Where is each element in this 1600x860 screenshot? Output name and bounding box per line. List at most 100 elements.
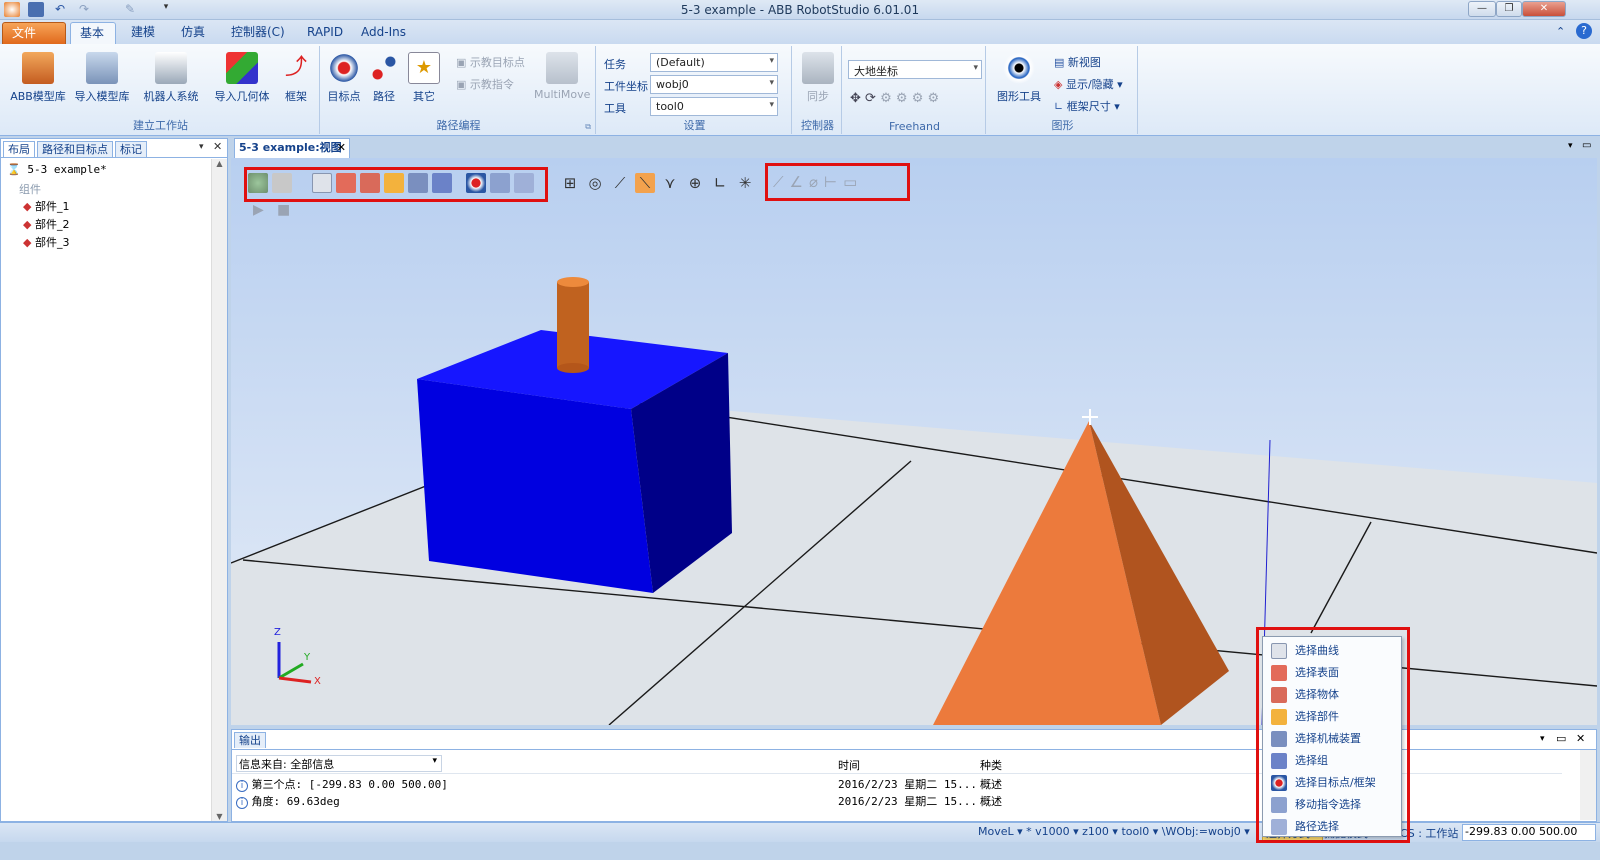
multimove-button[interactable]: MultiMove bbox=[534, 52, 590, 101]
snap-end-icon[interactable]: ⟍ bbox=[635, 173, 655, 193]
tab-basic[interactable]: 基本 bbox=[70, 22, 116, 44]
measure-distance-icon[interactable]: ⟋ bbox=[773, 173, 784, 191]
menu-path-select[interactable]: 路径选择 bbox=[1263, 816, 1401, 838]
tab-simulation[interactable]: 仿真 bbox=[172, 22, 214, 44]
tab-paths-targets[interactable]: 路径和目标点 bbox=[37, 141, 113, 157]
sync-button[interactable]: 同步 bbox=[798, 52, 838, 104]
panel-close-icon[interactable]: ✕ bbox=[213, 140, 222, 153]
move-instruction-icon[interactable] bbox=[490, 173, 510, 193]
instruction-template[interactable]: MoveL ▾ * v1000 ▾ z100 ▾ tool0 ▾ \WObj:=… bbox=[978, 825, 1250, 838]
minimize-ribbon-icon[interactable]: ⌃ bbox=[1556, 25, 1565, 38]
new-view-button[interactable]: ▤ 新视图 bbox=[1054, 54, 1101, 70]
snap-gravity-icon[interactable]: ⊕ bbox=[685, 173, 705, 193]
snap-middle-icon[interactable]: ⟋ bbox=[610, 173, 630, 193]
scroll-up-icon[interactable]: ▲ bbox=[212, 159, 227, 168]
view-menu-icon[interactable]: ▾ bbox=[1568, 141, 1573, 151]
select-path-icon[interactable] bbox=[514, 173, 534, 193]
view-close-icon[interactable]: ✕ bbox=[337, 139, 346, 157]
import-geometry-button[interactable]: 导入几何体 bbox=[210, 52, 274, 104]
snap-edge-icon[interactable]: ⋎ bbox=[660, 173, 680, 193]
coordinate-system-combo[interactable]: 大地坐标 bbox=[848, 60, 982, 79]
select-mechanism-icon[interactable] bbox=[408, 173, 428, 193]
minimize-button[interactable]: — bbox=[1468, 1, 1496, 17]
abb-library-button[interactable]: ABB模型库 bbox=[8, 52, 68, 104]
tree-group-components[interactable]: 组件 bbox=[19, 181, 41, 197]
panel-dropdown-icon[interactable]: ▾ bbox=[199, 142, 204, 152]
jog-linear-icon[interactable]: ⚙ bbox=[896, 91, 908, 106]
select-group-icon[interactable] bbox=[432, 173, 452, 193]
snap-local-origin-icon[interactable]: ∟ bbox=[710, 173, 730, 193]
tree-root[interactable]: ⌛ 5-3 example* bbox=[7, 163, 107, 176]
select-target-icon[interactable] bbox=[466, 173, 486, 193]
measure-min-distance-icon[interactable]: ⊢ bbox=[824, 173, 837, 191]
tab-controller[interactable]: 控制器(C) bbox=[222, 22, 294, 44]
rotate-icon[interactable]: ⟳ bbox=[865, 91, 876, 106]
snap-grid-icon[interactable]: ✳ bbox=[735, 173, 755, 193]
view-tab[interactable]: 5-3 example:视图1 ✕ bbox=[234, 138, 350, 172]
snap-center-icon[interactable]: ◎ bbox=[585, 173, 605, 193]
menu-select-curve[interactable]: 选择曲线 bbox=[1263, 640, 1401, 662]
target-button[interactable]: 目标点 bbox=[326, 52, 362, 104]
tab-modeling[interactable]: 建模 bbox=[122, 22, 164, 44]
menu-select-mechanism[interactable]: 选择机械装置 bbox=[1263, 728, 1401, 750]
wobj-combo[interactable]: wobj0 bbox=[650, 75, 778, 94]
frame-size-button[interactable]: ∟ 框架尺寸 ▾ bbox=[1054, 98, 1120, 114]
view-center-icon[interactable] bbox=[272, 173, 292, 193]
select-surface-icon[interactable] bbox=[336, 173, 356, 193]
menu-select-group[interactable]: 选择组 bbox=[1263, 750, 1401, 772]
select-body-icon[interactable] bbox=[360, 173, 380, 193]
tab-layout[interactable]: 布局 bbox=[3, 141, 35, 157]
stop-icon[interactable]: ■ bbox=[277, 202, 290, 218]
tree-item-part1[interactable]: ◆ 部件_1 bbox=[23, 198, 69, 214]
robot-system-button[interactable]: 机器人系统 bbox=[140, 52, 202, 104]
view-all-icon[interactable] bbox=[248, 173, 268, 193]
teach-target-button[interactable]: ▣ 示教目标点 bbox=[456, 54, 525, 70]
snap-object-icon[interactable]: ⊞ bbox=[560, 173, 580, 193]
tab-file[interactable]: 文件 (F) bbox=[2, 22, 66, 61]
frame-button[interactable]: ⤴ 框架 bbox=[276, 52, 316, 104]
output-minimize-icon[interactable]: ▭ bbox=[1556, 732, 1566, 745]
menu-select-surface[interactable]: 选择表面 bbox=[1263, 662, 1401, 684]
tool-combo[interactable]: tool0 bbox=[650, 97, 778, 116]
task-combo[interactable]: (Default) bbox=[650, 53, 778, 72]
jog-reorient-icon[interactable]: ⚙ bbox=[912, 91, 924, 106]
play-icon[interactable]: ▶ bbox=[253, 202, 264, 218]
menu-select-body[interactable]: 选择物体 bbox=[1263, 684, 1401, 706]
menu-move-instruction-select[interactable]: 移动指令选择 bbox=[1263, 794, 1401, 816]
tab-addins[interactable]: Add-Ins bbox=[352, 22, 415, 44]
view-maximize-icon[interactable]: ▭ bbox=[1582, 140, 1591, 151]
output-close-icon[interactable]: ✕ bbox=[1576, 732, 1585, 745]
tab-tags[interactable]: 标记 bbox=[115, 141, 147, 157]
move-icon[interactable]: ✥ bbox=[850, 91, 861, 106]
teach-instruction-button[interactable]: ▣ 示教指令 bbox=[456, 76, 514, 92]
col-header-type[interactable]: 种类 bbox=[980, 757, 1002, 773]
select-part-icon[interactable] bbox=[384, 173, 404, 193]
help-icon[interactable]: ? bbox=[1576, 23, 1592, 39]
path-button[interactable]: 路径 bbox=[368, 52, 400, 104]
scroll-down-icon[interactable]: ▼ bbox=[212, 812, 227, 821]
graphics-tools-button[interactable]: 图形工具 bbox=[992, 52, 1046, 104]
measure-angle-icon[interactable]: ∠ bbox=[790, 173, 803, 191]
output-dropdown-icon[interactable]: ▾ bbox=[1540, 734, 1545, 744]
other-button[interactable]: ★ 其它 bbox=[408, 52, 440, 104]
show-hide-button[interactable]: ◈ 显示/隐藏 ▾ bbox=[1054, 76, 1123, 92]
dialog-launcher-icon[interactable]: ⧉ bbox=[585, 122, 591, 132]
import-library-button[interactable]: 导入模型库 bbox=[70, 52, 134, 104]
tree-item-part3[interactable]: ◆ 部件_3 bbox=[23, 234, 69, 250]
close-button[interactable]: ✕ bbox=[1522, 1, 1566, 17]
output-filter-combo[interactable]: 信息来自: 全部信息 ▾ bbox=[236, 755, 442, 772]
measure-keep-icon[interactable]: ▭ bbox=[843, 173, 857, 191]
output-scrollbar[interactable] bbox=[1580, 750, 1596, 820]
measure-diameter-icon[interactable]: ⌀ bbox=[809, 173, 818, 191]
multi-robot-jog-icon[interactable]: ⚙ bbox=[927, 91, 939, 106]
select-curve-icon[interactable] bbox=[312, 173, 332, 193]
maximize-button[interactable]: ❐ bbox=[1496, 1, 1522, 17]
col-header-time[interactable]: 时间 bbox=[838, 757, 860, 773]
tree-scrollbar[interactable]: ▲ ▼ bbox=[211, 159, 227, 821]
tree-item-part2[interactable]: ◆ 部件_2 bbox=[23, 216, 69, 232]
output-tab[interactable]: 输出 bbox=[234, 732, 266, 748]
tab-rapid[interactable]: RAPID bbox=[298, 22, 352, 44]
menu-select-target-frame[interactable]: 选择目标点/框架 bbox=[1263, 772, 1401, 794]
jog-joint-icon[interactable]: ⚙ bbox=[880, 91, 892, 106]
menu-select-part[interactable]: 选择部件 bbox=[1263, 706, 1401, 728]
